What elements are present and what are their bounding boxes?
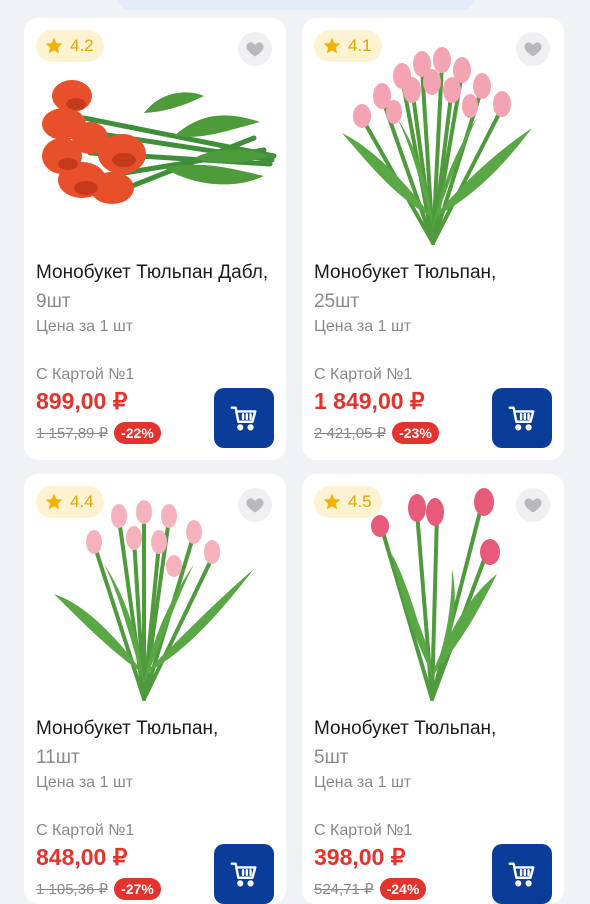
product-card-1[interactable]: 4.2 Монобукет Тюльпан Дабл, 9шт Цена за … bbox=[24, 18, 286, 460]
product-title[interactable]: Монобукет Тюльпан Дабл, 9шт bbox=[36, 258, 276, 316]
discount-badge: -27% bbox=[114, 878, 161, 900]
loyalty-card-label: С Картой №1 bbox=[36, 366, 135, 383]
heart-icon bbox=[246, 42, 264, 57]
old-price-row: 1 157,89 ₽ -22% bbox=[36, 422, 161, 444]
product-quantity: 11шт bbox=[36, 747, 80, 768]
heart-icon bbox=[524, 42, 542, 57]
favorite-button[interactable] bbox=[516, 488, 550, 522]
unit-price-label: Цена за 1 шт bbox=[314, 318, 412, 335]
old-price-row: 1 105,36 ₽ -27% bbox=[36, 878, 161, 900]
search-bar[interactable] bbox=[118, 0, 474, 10]
rating-badge: 4.1 bbox=[314, 30, 382, 62]
product-title[interactable]: Монобукет Тюльпан, 11шт bbox=[36, 714, 276, 772]
old-price: 1 105,36 ₽ bbox=[36, 881, 109, 898]
loyalty-card-label: С Картой №1 bbox=[314, 822, 413, 839]
discount-badge: -24% bbox=[379, 878, 427, 900]
heart-icon bbox=[524, 498, 542, 513]
old-price: 1 157,89 ₽ bbox=[36, 425, 109, 442]
product-title[interactable]: Монобукет Тюльпан, 5шт bbox=[314, 714, 554, 772]
current-price: 899,00 ₽ bbox=[36, 388, 128, 414]
cart-icon bbox=[230, 862, 257, 887]
loyalty-card-label: С Картой №1 bbox=[36, 822, 135, 839]
product-card-2[interactable]: 4.1 Монобукет Тюльпан, 25шт Цена за 1 шт… bbox=[302, 18, 564, 460]
add-to-cart-button[interactable] bbox=[492, 388, 552, 448]
star-icon bbox=[323, 37, 341, 54]
product-quantity: 25шт bbox=[314, 291, 360, 312]
star-icon bbox=[45, 37, 63, 54]
cart-icon bbox=[508, 406, 535, 431]
rating-value: 4.2 bbox=[70, 36, 94, 55]
old-price-row: 524,71 ₽ -24% bbox=[314, 878, 427, 900]
unit-price-label: Цена за 1 шт bbox=[314, 774, 412, 791]
product-title-main: Монобукет Тюльпан, bbox=[36, 718, 219, 739]
product-title-main: Монобукет Тюльпан, bbox=[314, 718, 497, 739]
current-price: 848,00 ₽ bbox=[36, 844, 128, 870]
old-price: 2 421,05 ₽ bbox=[314, 425, 387, 442]
rating-value: 4.1 bbox=[348, 36, 372, 55]
favorite-button[interactable] bbox=[238, 32, 272, 66]
add-to-cart-button[interactable] bbox=[214, 844, 274, 904]
product-quantity: 5шт bbox=[314, 747, 349, 768]
star-icon bbox=[45, 493, 63, 510]
rating-badge: 4.2 bbox=[36, 30, 104, 62]
loyalty-card-label: С Картой №1 bbox=[314, 366, 413, 383]
product-title[interactable]: Монобукет Тюльпан, 25шт bbox=[314, 258, 554, 316]
star-icon bbox=[323, 493, 341, 510]
product-title-main: Монобукет Тюльпан, bbox=[314, 262, 497, 283]
add-to-cart-button[interactable] bbox=[214, 388, 274, 448]
rating-badge: 4.5 bbox=[314, 486, 382, 518]
favorite-button[interactable] bbox=[238, 488, 272, 522]
rating-value: 4.4 bbox=[70, 492, 94, 511]
cart-icon bbox=[508, 862, 535, 887]
product-quantity: 9шт bbox=[36, 291, 71, 312]
current-price: 1 849,00 ₽ bbox=[314, 388, 425, 414]
add-to-cart-button[interactable] bbox=[492, 844, 552, 904]
rating-value: 4.5 bbox=[348, 492, 372, 511]
cart-icon bbox=[230, 406, 257, 431]
product-title-main: Монобукет Тюльпан Дабл, bbox=[36, 262, 269, 283]
product-card-4[interactable]: 4.5 Монобукет Тюльпан, 5шт Цена за 1 шт … bbox=[302, 474, 564, 904]
rating-badge: 4.4 bbox=[36, 486, 104, 518]
old-price: 524,71 ₽ bbox=[314, 881, 374, 898]
heart-icon bbox=[246, 498, 264, 513]
old-price-row: 2 421,05 ₽ -23% bbox=[314, 422, 439, 444]
discount-badge: -22% bbox=[114, 422, 161, 444]
current-price: 398,00 ₽ bbox=[314, 844, 406, 870]
unit-price-label: Цена за 1 шт bbox=[36, 774, 134, 791]
discount-badge: -23% bbox=[392, 422, 439, 444]
product-card-3[interactable]: 4.4 Монобукет Тюльпан, 11шт Цена за 1 шт… bbox=[24, 474, 286, 904]
favorite-button[interactable] bbox=[516, 32, 550, 66]
unit-price-label: Цена за 1 шт bbox=[36, 318, 134, 335]
